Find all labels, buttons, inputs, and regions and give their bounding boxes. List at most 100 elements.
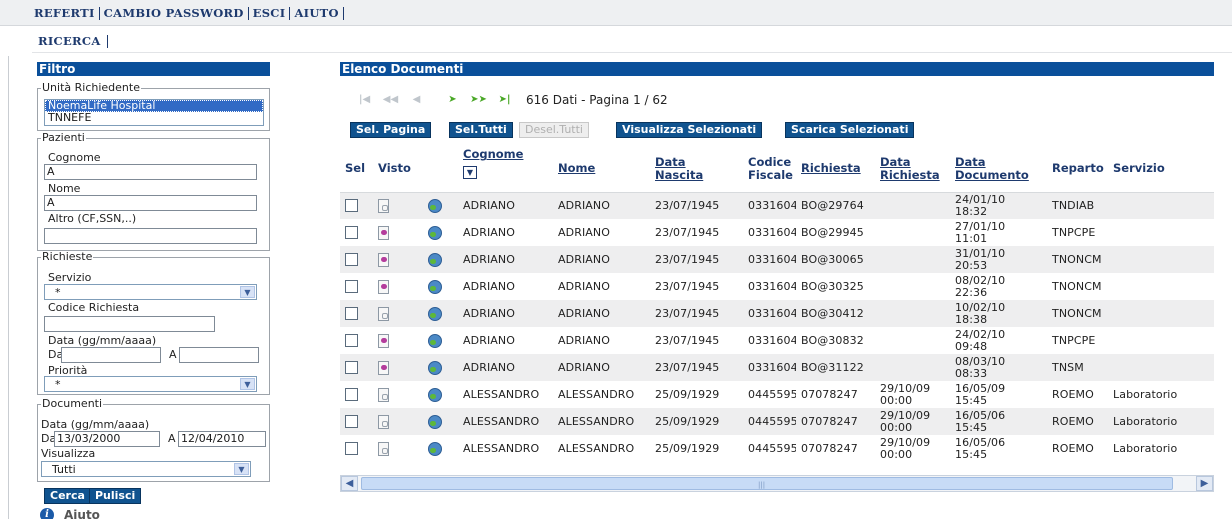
cell-visto[interactable] xyxy=(373,381,423,408)
col-data-nascita-line1[interactable]: Data xyxy=(655,155,686,169)
next-page-icon[interactable]: ➤ xyxy=(444,94,461,106)
cell-web[interactable] xyxy=(423,273,458,300)
table-row[interactable]: ALESSANDRO ALESSANDRO 25/09/1929 0445595 070… xyxy=(340,408,1214,435)
cognome-input[interactable]: A xyxy=(44,164,257,180)
row-checkbox[interactable] xyxy=(345,334,358,347)
col-data-richiesta-line2[interactable]: Richiesta xyxy=(880,168,940,182)
scroll-left-icon[interactable]: ◀ xyxy=(341,476,358,491)
col-data-nascita-line2[interactable]: Nascita xyxy=(655,168,703,182)
table-row[interactable]: ALESSANDRO ALESSANDRO 25/09/1929 0445595 070… xyxy=(340,435,1214,462)
cell-web[interactable] xyxy=(423,354,458,381)
menu-referti[interactable]: REFERTI xyxy=(34,7,100,20)
col-nome-label[interactable]: Nome xyxy=(558,161,595,175)
document-icon[interactable] xyxy=(378,252,389,267)
document-icon[interactable] xyxy=(378,441,389,456)
scroll-right-icon[interactable]: ▶ xyxy=(1196,476,1213,491)
pulisci-button[interactable]: Pulisci xyxy=(89,488,142,504)
globe-icon[interactable] xyxy=(428,387,442,402)
next-block-icon[interactable]: ➤➤ xyxy=(470,94,487,106)
col-data-richiesta[interactable]: Data Richiesta xyxy=(875,146,950,193)
table-row[interactable]: ADRIANO ADRIANO 23/07/1945 0331604 BO@30412 1… xyxy=(340,300,1214,327)
cell-select[interactable] xyxy=(340,408,373,435)
cell-select[interactable] xyxy=(340,435,373,462)
cell-visto[interactable] xyxy=(373,435,423,462)
menu-esci[interactable]: ESCI xyxy=(249,7,291,20)
row-checkbox[interactable] xyxy=(345,253,358,266)
globe-icon[interactable] xyxy=(428,252,442,267)
cell-visto[interactable] xyxy=(373,300,423,327)
document-icon[interactable] xyxy=(378,306,389,321)
document-icon[interactable] xyxy=(378,333,389,348)
row-checkbox[interactable] xyxy=(345,361,358,374)
cell-select[interactable] xyxy=(340,354,373,381)
last-page-icon[interactable]: ➤| xyxy=(496,94,513,106)
col-data-documento-line1[interactable]: Data xyxy=(955,155,986,169)
col-richiesta[interactable]: Richiesta xyxy=(796,146,875,193)
prev-block-icon[interactable]: ◀◀ xyxy=(382,94,399,106)
cell-select[interactable] xyxy=(340,246,373,273)
horizontal-scrollbar[interactable]: ◀ ||| ▶ xyxy=(340,475,1214,492)
cell-visto[interactable] xyxy=(373,273,423,300)
table-row[interactable]: ADRIANO ADRIANO 23/07/1945 0331604 BO@30325 0… xyxy=(340,273,1214,300)
col-data-nascita[interactable]: Data Nascita xyxy=(650,146,743,193)
globe-icon[interactable] xyxy=(428,198,442,213)
aiuto-link[interactable]: i Aiuto xyxy=(40,508,100,519)
cell-web[interactable] xyxy=(423,381,458,408)
cell-visto[interactable] xyxy=(373,327,423,354)
richieste-da-input[interactable] xyxy=(61,347,161,363)
document-icon[interactable] xyxy=(378,387,389,402)
table-row[interactable]: ADRIANO ADRIANO 23/07/1945 0331604 BO@30065 3… xyxy=(340,246,1214,273)
menu-cambio-password[interactable]: CAMBIO PASSWORD xyxy=(100,7,249,20)
download-selected-button[interactable]: Scarica Selezionati xyxy=(785,122,915,138)
richieste-a-input[interactable] xyxy=(179,347,259,363)
table-row[interactable]: ADRIANO ADRIANO 23/07/1945 0331604 BO@29764 2… xyxy=(340,192,1214,219)
table-row[interactable]: ALESSANDRO ALESSANDRO 25/09/1929 0445595 070… xyxy=(340,381,1214,408)
col-nome[interactable]: Nome xyxy=(553,146,650,193)
col-data-richiesta-line1[interactable]: Data xyxy=(880,155,911,169)
cell-select[interactable] xyxy=(340,300,373,327)
priorita-select[interactable]: * ▼ xyxy=(44,376,257,392)
cell-web[interactable] xyxy=(423,246,458,273)
globe-icon[interactable] xyxy=(428,333,442,348)
document-icon[interactable] xyxy=(378,360,389,375)
chevron-down-icon[interactable]: ▼ xyxy=(240,286,255,298)
documenti-a-input[interactable]: 12/04/2010 xyxy=(178,431,266,447)
deselect-all-button[interactable]: Desel.Tutti xyxy=(519,122,589,138)
scroll-thumb[interactable]: ||| xyxy=(361,477,1173,490)
table-row[interactable]: ADRIANO ADRIANO 23/07/1945 0331604 BO@29945 2… xyxy=(340,219,1214,246)
globe-icon[interactable] xyxy=(428,441,442,456)
menu-aiuto[interactable]: AIUTO xyxy=(290,7,344,20)
cell-select[interactable] xyxy=(340,381,373,408)
cell-select[interactable] xyxy=(340,219,373,246)
document-icon[interactable] xyxy=(378,198,389,213)
col-richiesta-label[interactable]: Richiesta xyxy=(801,161,861,175)
sort-desc-icon[interactable]: ▼ xyxy=(463,166,477,180)
col-cognome[interactable]: Cognome ▼ xyxy=(458,146,553,193)
cell-web[interactable] xyxy=(423,435,458,462)
document-icon[interactable] xyxy=(378,279,389,294)
globe-icon[interactable] xyxy=(428,279,442,294)
codice-richiesta-input[interactable] xyxy=(44,316,215,332)
cell-visto[interactable] xyxy=(373,219,423,246)
row-checkbox[interactable] xyxy=(345,280,358,293)
row-checkbox[interactable] xyxy=(345,199,358,213)
cell-web[interactable] xyxy=(423,219,458,246)
unita-option[interactable]: TNNEFE xyxy=(45,112,263,124)
row-checkbox[interactable] xyxy=(345,388,358,401)
cell-select[interactable] xyxy=(340,192,373,219)
cell-visto[interactable] xyxy=(373,408,423,435)
altro-input[interactable] xyxy=(44,228,257,244)
view-selected-button[interactable]: Visualizza Selezionati xyxy=(616,122,763,138)
document-icon[interactable] xyxy=(378,225,389,240)
first-page-icon[interactable]: |◀ xyxy=(356,94,373,106)
globe-icon[interactable] xyxy=(428,306,442,321)
visualizza-select[interactable]: Tutti ▼ xyxy=(41,461,251,477)
col-cognome-label[interactable]: Cognome xyxy=(463,147,523,161)
row-checkbox[interactable] xyxy=(345,415,358,428)
submenu-ricerca[interactable]: RICERCA xyxy=(38,35,108,48)
cell-visto[interactable] xyxy=(373,192,423,219)
cell-web[interactable] xyxy=(423,192,458,219)
chevron-down-icon[interactable]: ▼ xyxy=(240,378,255,390)
document-icon[interactable] xyxy=(378,414,389,429)
select-all-button[interactable]: Sel.Tutti xyxy=(449,122,513,138)
